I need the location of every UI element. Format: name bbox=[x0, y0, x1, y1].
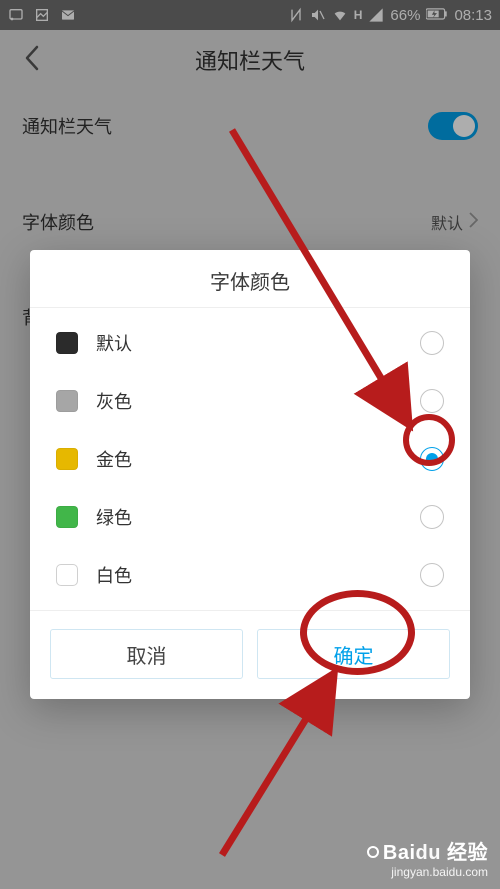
watermark: Baidu 经验 jingyan.baidu.com bbox=[367, 841, 488, 879]
annotation-arrow bbox=[0, 0, 500, 889]
